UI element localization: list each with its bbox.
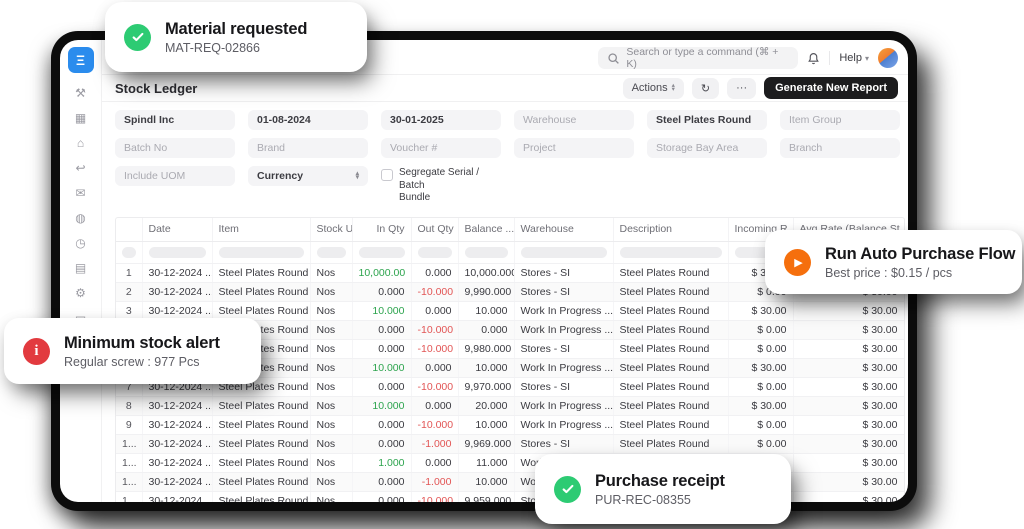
play-circle-icon[interactable]: ▶	[784, 249, 811, 276]
filters-panel: Spindl Inc 01-08-2024 30-01-2025 Warehouse S…	[102, 102, 908, 214]
table-row[interactable]: 1... 30-12-2024 ... Steel Plates Round N…	[116, 435, 904, 454]
filter-field[interactable]: Item Group	[780, 110, 900, 130]
filter-field[interactable]: Storage Bay Area	[647, 138, 767, 158]
column-header[interactable]: Balance ...	[458, 218, 514, 242]
material-requested-card[interactable]: Material requested MAT-REQ-02866	[105, 2, 367, 72]
filter-field[interactable]: Steel Plates Round	[647, 110, 767, 130]
info-circle-icon: i	[23, 338, 50, 365]
return-icon[interactable]: ↩	[73, 161, 89, 176]
segregate-checkbox[interactable]	[381, 169, 393, 181]
ellipsis-icon: ···	[736, 82, 747, 94]
card-subtitle: Regular screw : 977 Pcs	[64, 355, 220, 369]
column-filter-cell[interactable]	[310, 242, 352, 264]
filters-row-1: Spindl Inc 01-08-2024 30-01-2025 Warehouse S…	[115, 110, 900, 130]
refresh-icon: ↻	[701, 82, 710, 95]
column-header[interactable]: Stock U...	[310, 218, 352, 242]
filter-field[interactable]: Batch No	[115, 138, 235, 158]
actions-label: Actions	[632, 82, 668, 94]
help-label: Help	[839, 52, 862, 64]
notification-bell-icon[interactable]	[807, 52, 820, 65]
check-circle-icon	[554, 476, 581, 503]
filter-field[interactable]: Branch	[780, 138, 900, 158]
column-header[interactable]: Date	[142, 218, 212, 242]
column-header[interactable]: Item	[212, 218, 310, 242]
filters-row-2: Batch No Brand Voucher # Project Storage Bay…	[115, 138, 900, 158]
column-header[interactable]: Description	[613, 218, 728, 242]
card-subtitle: Best price : $0.15 / pcs	[825, 266, 1015, 280]
avatar[interactable]	[878, 48, 898, 68]
search-icon	[607, 52, 620, 65]
column-filter-cell[interactable]	[142, 242, 212, 264]
column-header[interactable]: In Qty	[352, 218, 411, 242]
column-filter-cell[interactable]	[212, 242, 310, 264]
report-titlebar: Stock Ledger Actions ▴▾ ↻ ··· Generate N…	[102, 74, 908, 102]
include-uom-field[interactable]: Include UOM	[115, 166, 235, 186]
currency-label: Currency	[257, 170, 303, 182]
segregate-checkbox-group: Segregate Serial / Batch Bundle	[381, 166, 501, 205]
column-filter-cell[interactable]	[613, 242, 728, 264]
more-options-button[interactable]: ···	[727, 78, 756, 99]
settings-icon[interactable]: ⚙	[73, 286, 89, 301]
card-title: Purchase receipt	[595, 472, 725, 491]
card-subtitle: MAT-REQ-02866	[165, 41, 307, 55]
column-filter-cell[interactable]	[411, 242, 458, 264]
segregate-checkbox-label: Segregate Serial / Batch Bundle	[399, 167, 501, 205]
column-header[interactable]	[116, 218, 142, 242]
run-auto-purchase-flow-card[interactable]: ▶ Run Auto Purchase Flow Best price : $0…	[765, 230, 1022, 294]
column-header[interactable]: Warehouse	[514, 218, 613, 242]
search-input[interactable]: Search or type a command (⌘ + K)	[598, 47, 798, 69]
select-stepper-icon: ▴▾	[356, 172, 359, 180]
page-title: Stock Ledger	[115, 81, 615, 96]
mail-icon[interactable]: ✉	[73, 186, 89, 201]
table-row[interactable]: 8 30-12-2024 ... Steel Plates Round Nos …	[116, 397, 904, 416]
check-circle-icon	[124, 24, 151, 51]
globe-icon[interactable]: ◍	[73, 211, 89, 226]
clock-icon[interactable]: ◷	[73, 236, 89, 251]
filter-field[interactable]: 30-01-2025	[381, 110, 501, 130]
printer-icon[interactable]: ▤	[73, 261, 89, 276]
minimum-stock-alert-card[interactable]: i Minimum stock alert Regular screw : 97…	[4, 318, 261, 384]
select-stepper-icon: ▴▾	[672, 84, 675, 92]
topbar-divider	[829, 51, 830, 65]
column-filter-cell[interactable]	[352, 242, 411, 264]
help-menu[interactable]: Help ▾	[839, 52, 869, 64]
column-filter-cell[interactable]	[458, 242, 514, 264]
refresh-button[interactable]: ↻	[692, 78, 719, 99]
filter-field[interactable]: Brand	[248, 138, 368, 158]
filters-row-3: Include UOM Currency ▴▾ Segregate Serial…	[115, 166, 900, 205]
currency-select[interactable]: Currency ▴▾	[248, 166, 368, 186]
column-filter-cell[interactable]	[514, 242, 613, 264]
home-icon[interactable]: ⌂	[73, 136, 89, 151]
generate-report-button[interactable]: Generate New Report	[764, 77, 898, 99]
sidebar: Ξ ⚒▦⌂↩✉◍◷▤⚙▭☰⊟	[60, 40, 102, 502]
filter-field[interactable]: Warehouse	[514, 110, 634, 130]
column-filter-cell[interactable]	[116, 242, 142, 264]
table-row[interactable]: 9 30-12-2024 ... Steel Plates Round Nos …	[116, 416, 904, 435]
purchase-receipt-card[interactable]: Purchase receipt PUR-REC-08355	[535, 454, 791, 524]
filter-field[interactable]: Project	[514, 138, 634, 158]
filter-field[interactable]: Spindl Inc	[115, 110, 235, 130]
app-logo-icon[interactable]: Ξ	[68, 47, 94, 73]
search-placeholder: Search or type a command (⌘ + K)	[626, 46, 789, 70]
actions-button[interactable]: Actions ▴▾	[623, 78, 684, 99]
column-header[interactable]: Out Qty	[411, 218, 458, 242]
card-title: Material requested	[165, 20, 307, 39]
filter-field[interactable]: Voucher #	[381, 138, 501, 158]
card-subtitle: PUR-REC-08355	[595, 493, 725, 507]
card-title: Minimum stock alert	[64, 334, 220, 353]
filter-field[interactable]: 01-08-2024	[248, 110, 368, 130]
chevron-down-icon: ▾	[865, 54, 869, 63]
card-title: Run Auto Purchase Flow	[825, 245, 1015, 264]
tools-icon[interactable]: ⚒	[73, 86, 89, 101]
package-icon[interactable]: ▦	[73, 111, 89, 126]
